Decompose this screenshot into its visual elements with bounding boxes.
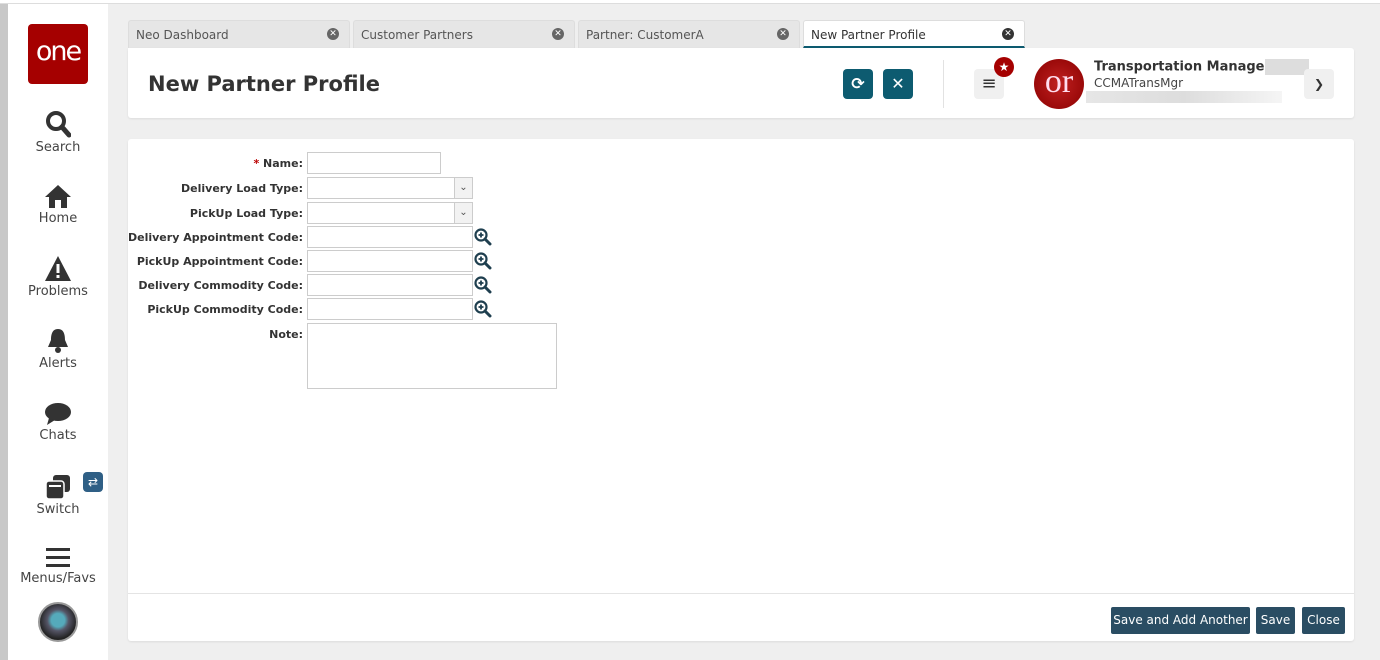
close-page-button[interactable]: ✕ bbox=[883, 69, 913, 99]
sidebar-item-alerts[interactable]: Alerts bbox=[8, 328, 108, 371]
warning-icon bbox=[45, 256, 71, 281]
delivery-appointment-code-row: Delivery Appointment Code: bbox=[128, 226, 568, 248]
sidebar-item-label: Switch bbox=[36, 502, 80, 517]
tab-partner-customera[interactable]: Partner: CustomerA ✕ bbox=[578, 20, 800, 48]
pickup-appointment-code-row: PickUp Appointment Code: bbox=[128, 250, 568, 272]
delivery-load-type-select[interactable]: ⌄ bbox=[307, 177, 473, 199]
zoom-in-lookup-icon[interactable] bbox=[474, 228, 492, 246]
close-icon[interactable]: ✕ bbox=[777, 28, 789, 40]
pickup-load-type-select[interactable]: ⌄ bbox=[307, 202, 473, 224]
top-border bbox=[0, 0, 1380, 4]
divider bbox=[943, 60, 944, 108]
avatar[interactable]: or bbox=[1034, 59, 1084, 109]
save-and-add-another-button[interactable]: Save and Add Another bbox=[1111, 607, 1250, 634]
form-panel: * Name: Delivery Load Type: ⌄ PickUp Loa… bbox=[128, 139, 1354, 641]
delivery-appointment-code-label: Delivery Appointment Code: bbox=[128, 231, 304, 244]
note-row: Note: bbox=[128, 323, 568, 389]
chevron-down-icon: ⌄ bbox=[454, 203, 472, 223]
switch-icon bbox=[45, 475, 70, 500]
zoom-in-lookup-icon[interactable] bbox=[474, 252, 492, 270]
sidebar-item-chats[interactable]: Chats bbox=[8, 402, 108, 443]
favorite-star-icon[interactable]: ★ bbox=[994, 57, 1014, 77]
sidebar-item-label: Search bbox=[35, 140, 81, 155]
refresh-button[interactable]: ⟳ bbox=[843, 69, 873, 99]
note-label: Note: bbox=[269, 328, 303, 341]
pickup-load-type-row: PickUp Load Type: ⌄ bbox=[128, 202, 568, 224]
switch-toggle-icon[interactable]: ⇄ bbox=[83, 472, 103, 492]
tab-label: Partner: CustomerA bbox=[586, 28, 704, 42]
delivery-commodity-code-input[interactable] bbox=[307, 274, 473, 296]
note-textarea[interactable] bbox=[307, 323, 557, 389]
pickup-commodity-code-row: PickUp Commodity Code: bbox=[128, 298, 568, 320]
sidebar-item-search[interactable]: Search bbox=[8, 110, 108, 155]
sidebar-item-label: Alerts bbox=[39, 356, 77, 371]
sidebar-item-menus[interactable]: Menus/Favs bbox=[8, 547, 108, 586]
assistant-avatar[interactable] bbox=[38, 602, 78, 642]
one-logo[interactable]: one bbox=[28, 24, 88, 84]
sidebar-item-label: Problems bbox=[28, 284, 88, 299]
redacted-text bbox=[1086, 91, 1282, 103]
tab-new-partner-profile[interactable]: New Partner Profile ✕ bbox=[803, 20, 1025, 48]
tab-label: Neo Dashboard bbox=[136, 28, 229, 42]
delivery-appointment-code-input[interactable] bbox=[307, 226, 473, 248]
home-icon bbox=[45, 185, 71, 208]
zoom-in-lookup-icon[interactable] bbox=[474, 300, 492, 318]
search-icon bbox=[46, 111, 71, 138]
pickup-commodity-code-label: PickUp Commodity Code: bbox=[147, 303, 303, 316]
sidebar: one Search Home Problems Alerts Chats Sw… bbox=[8, 4, 108, 660]
close-icon[interactable]: ✕ bbox=[552, 28, 564, 40]
tab-customer-partners[interactable]: Customer Partners ✕ bbox=[353, 20, 575, 48]
pickup-appointment-code-input[interactable] bbox=[307, 250, 473, 272]
tab-label: Customer Partners bbox=[361, 28, 473, 42]
name-input[interactable] bbox=[307, 152, 441, 174]
delivery-commodity-code-label: Delivery Commodity Code: bbox=[138, 279, 303, 292]
user-name: Transportation Manage bbox=[1094, 59, 1309, 75]
pickup-commodity-code-input[interactable] bbox=[307, 298, 473, 320]
pickup-load-type-label: PickUp Load Type: bbox=[189, 207, 303, 220]
close-icon[interactable]: ✕ bbox=[1002, 28, 1014, 40]
left-strip bbox=[0, 4, 8, 660]
delivery-commodity-code-row: Delivery Commodity Code: bbox=[128, 274, 568, 296]
bell-icon bbox=[48, 329, 68, 353]
chat-icon bbox=[45, 403, 71, 425]
save-button[interactable]: Save bbox=[1256, 607, 1295, 634]
sidebar-item-label: Menus/Favs bbox=[20, 571, 96, 586]
name-label: * Name: bbox=[253, 157, 303, 170]
delivery-load-type-label: Delivery Load Type: bbox=[181, 182, 303, 195]
hamburger-icon bbox=[46, 548, 70, 567]
tab-label: New Partner Profile bbox=[811, 28, 926, 42]
zoom-in-lookup-icon[interactable] bbox=[474, 276, 492, 294]
sidebar-item-label: Home bbox=[38, 211, 78, 226]
footer-divider bbox=[128, 593, 1354, 594]
pickup-appointment-code-label: PickUp Appointment Code: bbox=[136, 255, 303, 268]
page-header: New Partner Profile ⟳ ✕ ≡ ★ or Transport… bbox=[128, 48, 1354, 118]
close-button[interactable]: Close bbox=[1302, 607, 1345, 634]
user-menu-chevron-down-icon[interactable]: ❯ bbox=[1304, 69, 1334, 99]
name-row: * Name: bbox=[128, 152, 568, 174]
close-icon[interactable]: ✕ bbox=[327, 28, 339, 40]
page-title: New Partner Profile bbox=[148, 72, 380, 96]
delivery-load-type-row: Delivery Load Type: ⌄ bbox=[128, 177, 568, 199]
tab-neo-dashboard[interactable]: Neo Dashboard ✕ bbox=[128, 20, 350, 48]
sidebar-item-problems[interactable]: Problems bbox=[8, 255, 108, 299]
user-role: CCMATransMgr bbox=[1094, 76, 1184, 90]
sidebar-item-label: Chats bbox=[39, 428, 77, 443]
chevron-down-icon: ⌄ bbox=[454, 178, 472, 198]
sidebar-item-home[interactable]: Home bbox=[8, 183, 108, 226]
